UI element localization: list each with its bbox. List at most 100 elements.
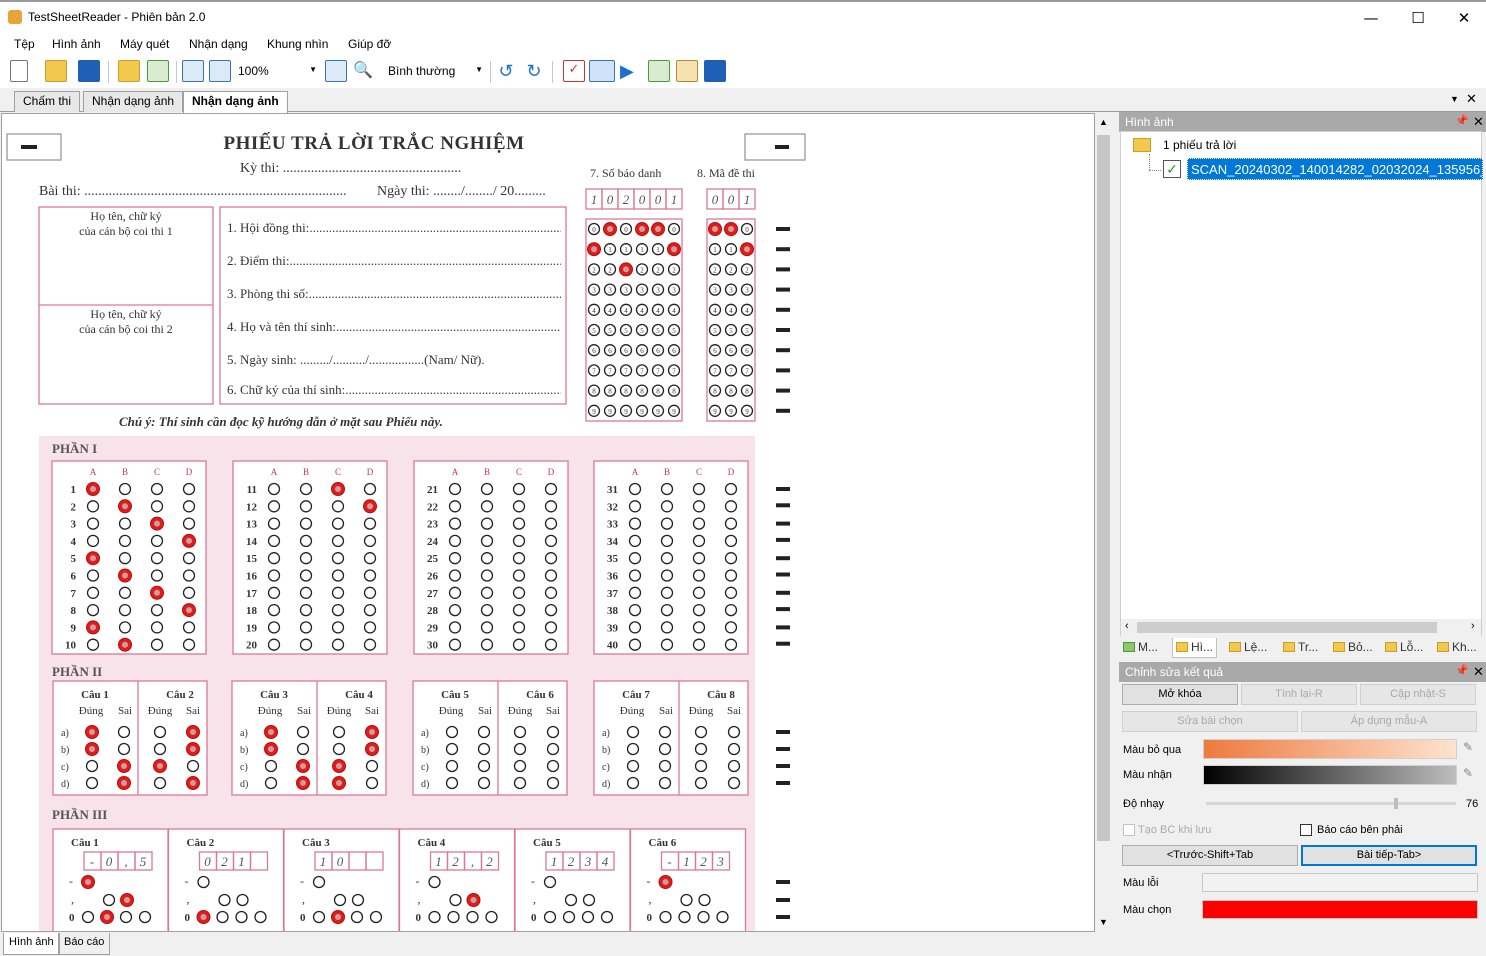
- open-folder-icon[interactable]: [45, 60, 67, 82]
- viewer-vertical-scrollbar[interactable]: ▲ ▼: [1095, 113, 1112, 932]
- comma-sign: ,: [187, 892, 190, 906]
- close-button[interactable]: ✕: [1441, 5, 1486, 31]
- magnifier-icon[interactable]: 🔍: [352, 60, 374, 82]
- maximize-button[interactable]: ☐: [1395, 5, 1441, 31]
- sensitivity-slider-thumb[interactable]: [1394, 798, 1398, 809]
- new-file-icon[interactable]: [10, 60, 28, 82]
- edit-selected-button[interactable]: Sửa bài chọn: [1122, 711, 1298, 732]
- question-number: 21: [427, 484, 438, 496]
- abcd-header: A: [452, 467, 459, 477]
- scroll-up-icon[interactable]: ▲: [1099, 117, 1108, 127]
- accept-color-slider[interactable]: [1203, 765, 1457, 785]
- error-color-swatch[interactable]: [1202, 873, 1478, 892]
- scroll-left-icon[interactable]: ‹: [1125, 620, 1129, 632]
- bubble: [299, 517, 313, 530]
- create-report-checkbox[interactable]: [1123, 824, 1135, 836]
- eyedropper-icon[interactable]: ✎: [1463, 740, 1479, 758]
- filled-bubble-core: [369, 729, 375, 735]
- filled-bubble-core: [335, 914, 341, 920]
- question-number: 36: [607, 571, 619, 583]
- eyedropper-icon[interactable]: ✎: [1463, 766, 1479, 784]
- sensitivity-slider[interactable]: [1206, 798, 1456, 809]
- tab-image-recognition[interactable]: Nhận dạng ảnh: [83, 91, 184, 112]
- tab-grading[interactable]: Chấm thi: [14, 91, 81, 112]
- tab-report[interactable]: Báo cáo: [58, 933, 111, 955]
- next-button[interactable]: Bài tiếp-Tab>: [1301, 845, 1477, 866]
- tab-commands[interactable]: Lệ...: [1226, 638, 1270, 658]
- timing-mark: [776, 880, 790, 884]
- bubble-digit: 9: [624, 408, 628, 416]
- tab-skip[interactable]: Bỏ...: [1330, 638, 1376, 658]
- tab-errors[interactable]: Lỗ...: [1382, 638, 1426, 658]
- add-image-icon[interactable]: [147, 60, 169, 82]
- recalc-button[interactable]: Tính lại-R: [1241, 684, 1357, 705]
- menu-image[interactable]: Hình ảnh: [52, 37, 101, 51]
- minimize-button[interactable]: —: [1348, 5, 1394, 31]
- menu-file[interactable]: Tệp: [14, 37, 35, 51]
- close-panel-icon[interactable]: ✕: [1473, 114, 1484, 130]
- tab-list-icon[interactable]: ▼: [1450, 94, 1459, 104]
- menu-view[interactable]: Khung nhìn: [267, 37, 328, 51]
- tab-image-recognition-active[interactable]: Nhận dạng ảnh: [183, 91, 288, 113]
- filled-bubble-core: [122, 503, 128, 510]
- menu-scanner[interactable]: Máy quét: [120, 37, 169, 51]
- skip-color-slider[interactable]: [1203, 739, 1457, 759]
- bubble: [448, 603, 462, 617]
- open-folder-2-icon[interactable]: [118, 60, 140, 82]
- scroll-right-icon[interactable]: ›: [1471, 620, 1475, 632]
- report-right-checkbox[interactable]: [1300, 824, 1312, 836]
- play-icon[interactable]: ▶: [620, 60, 642, 82]
- export-icon[interactable]: [648, 60, 670, 82]
- tree-horizontal-scrollbar[interactable]: ‹ ›: [1121, 619, 1481, 636]
- tab-tr[interactable]: Tr...: [1280, 638, 1321, 658]
- menu-help[interactable]: Giúp đỡ: [348, 37, 391, 51]
- menu-recognize[interactable]: Nhận dạng: [189, 37, 248, 51]
- fit-page-icon[interactable]: [325, 60, 347, 82]
- bubble-digit: 1: [640, 246, 644, 254]
- close-tab-icon[interactable]: ✕: [1466, 91, 1477, 107]
- bubble: [564, 893, 578, 907]
- bubble: [448, 569, 462, 582]
- zero-label: 0: [416, 912, 422, 924]
- close-panel-icon[interactable]: ✕: [1473, 664, 1484, 680]
- scrollbar-thumb[interactable]: [1097, 135, 1110, 841]
- image-viewer[interactable]: 1020010001111222223333334444445555556666…: [1, 113, 1095, 932]
- bubble: [331, 517, 345, 530]
- save-icon[interactable]: [78, 60, 100, 82]
- tools-icon[interactable]: [676, 60, 698, 82]
- h-scrollbar-thumb[interactable]: [1137, 622, 1437, 633]
- zoom-select[interactable]: 100% ▼: [234, 62, 320, 82]
- pin-icon[interactable]: 📌: [1455, 664, 1469, 677]
- save-all-icon[interactable]: [704, 60, 726, 82]
- tab-images[interactable]: Hì...: [1172, 638, 1218, 658]
- tree-root[interactable]: 1 phiếu trả lời: [1163, 138, 1236, 152]
- timing-mark: [776, 625, 790, 630]
- zoom-out-icon[interactable]: [209, 60, 231, 82]
- scroll-down-icon[interactable]: ▼: [1099, 917, 1108, 927]
- check-list-icon[interactable]: ✓: [563, 60, 585, 82]
- bubble: [600, 910, 614, 924]
- bubble: [299, 638, 313, 651]
- unlock-button[interactable]: Mở khóa: [1122, 684, 1238, 705]
- tab-image[interactable]: Hình ảnh: [3, 933, 60, 955]
- update-button[interactable]: Cập nhật-S: [1360, 684, 1476, 705]
- zero-label: 0: [647, 912, 653, 924]
- tree-file-item[interactable]: SCAN_20240302_140014282_02032024_135956_…: [1187, 158, 1483, 180]
- previous-button[interactable]: <Trước-Shift+Tab: [1122, 845, 1298, 866]
- apply-template-button[interactable]: Áp dụng mẫu-A: [1301, 711, 1477, 732]
- pin-icon[interactable]: 📌: [1455, 114, 1469, 127]
- zoom-in-icon[interactable]: [182, 60, 204, 82]
- sub-label: c): [602, 762, 610, 773]
- bubble: [480, 603, 494, 617]
- tab-m[interactable]: M...: [1120, 638, 1161, 658]
- rotate-right-icon[interactable]: ↻: [523, 60, 545, 82]
- bubble: [267, 603, 281, 617]
- bubble-digit: 2: [656, 266, 660, 274]
- select-color-swatch[interactable]: [1202, 900, 1478, 919]
- mode-select[interactable]: Bình thường ▼: [384, 62, 486, 82]
- filled-bubble-core: [89, 746, 95, 752]
- tab-kh[interactable]: Kh...: [1434, 638, 1480, 658]
- sai-label: Sai: [659, 705, 673, 717]
- rotate-left-icon[interactable]: ↺: [495, 60, 517, 82]
- recognize-icon[interactable]: [589, 60, 615, 82]
